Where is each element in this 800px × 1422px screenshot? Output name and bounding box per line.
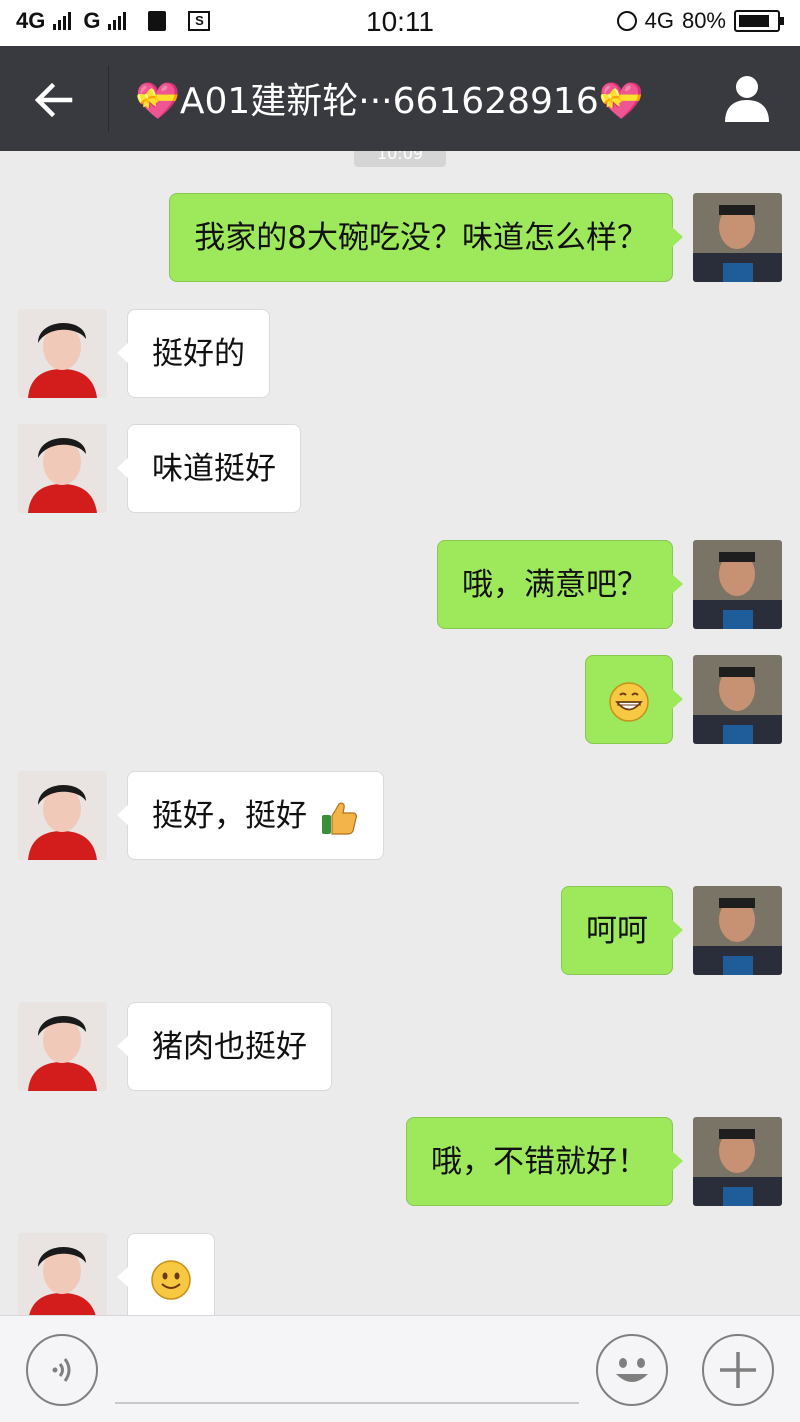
voice-icon — [52, 1358, 71, 1382]
message-text: 挺好，挺好 — [152, 798, 307, 834]
message-bubble-sent[interactable]: 哦，不错就好！ — [406, 1117, 683, 1206]
status-bar: 4G G S 10:11 4G 80% — [0, 0, 800, 46]
title-bar: 💝A01建新轮···661628916💝 — [0, 46, 800, 151]
avatar-self[interactable] — [693, 193, 782, 282]
message-bubble-sent[interactable] — [585, 655, 683, 744]
alarm-icon — [616, 11, 637, 31]
avatar-contact[interactable] — [18, 1002, 107, 1091]
message-text: 呵呵 — [586, 913, 648, 949]
avatar-self[interactable] — [693, 655, 782, 744]
avatar-self[interactable] — [693, 886, 782, 975]
avatar-self[interactable] — [693, 540, 782, 629]
back-button[interactable] — [30, 76, 78, 124]
voice-button[interactable] — [26, 1334, 98, 1406]
smiley-icon — [616, 1358, 648, 1382]
battery-icon — [734, 10, 784, 32]
avatar-contact[interactable] — [18, 771, 107, 860]
arrow-left-icon — [34, 82, 73, 118]
status-right: 4G 80% — [616, 8, 784, 34]
chat-title: 💝A01建新轮···661628916💝 — [135, 81, 644, 122]
timestamp: 10:09 — [354, 151, 446, 167]
message-bubble-received[interactable]: 挺好的 — [117, 309, 270, 398]
message-bubble-received[interactable]: 猪肉也挺好 — [117, 1002, 332, 1091]
avatar-self[interactable] — [693, 1117, 782, 1206]
avatar-contact[interactable] — [18, 1233, 107, 1315]
input-bar — [0, 1315, 800, 1422]
message-bubble-received[interactable]: 挺好，挺好 — [117, 771, 384, 860]
message-text: 猪肉也挺好 — [152, 1029, 307, 1065]
smiling-face-icon — [151, 1259, 191, 1300]
message-bubble-sent[interactable]: 呵呵 — [561, 886, 683, 975]
message-text: 哦，不错就好！ — [431, 1144, 648, 1180]
emoji-button[interactable] — [596, 1334, 668, 1406]
message-text: 我家的8大碗吃没？味道怎么样？ — [194, 220, 648, 256]
person-icon — [725, 76, 769, 122]
message-text: 哦，满意吧？ — [462, 567, 648, 603]
thumbs-up-icon — [321, 802, 357, 835]
chat-area[interactable]: 10:09 我家的8大碗吃没？味道怎么样？ 挺好的 味道挺好 哦，满意吧？ 挺好… — [0, 151, 800, 1315]
message-bubble-sent[interactable]: 哦，满意吧？ — [437, 540, 683, 629]
more-button[interactable] — [702, 1334, 774, 1406]
profile-button[interactable] — [722, 72, 772, 124]
battery-percent: 80% — [681, 8, 726, 33]
message-bubble-received[interactable] — [117, 1233, 215, 1315]
network-right-label: 4G — [644, 8, 674, 33]
grinning-face-icon — [609, 681, 649, 722]
message-input[interactable] — [115, 1336, 579, 1404]
plus-icon — [720, 1352, 756, 1388]
title-divider — [108, 66, 109, 132]
message-text: 挺好的 — [152, 336, 245, 372]
message-text: 味道挺好 — [152, 451, 276, 487]
avatar-contact[interactable] — [18, 309, 107, 398]
message-bubble-sent[interactable]: 我家的8大碗吃没？味道怎么样？ — [169, 193, 683, 282]
message-bubble-received[interactable]: 味道挺好 — [117, 424, 301, 513]
avatar-contact[interactable] — [18, 424, 107, 513]
